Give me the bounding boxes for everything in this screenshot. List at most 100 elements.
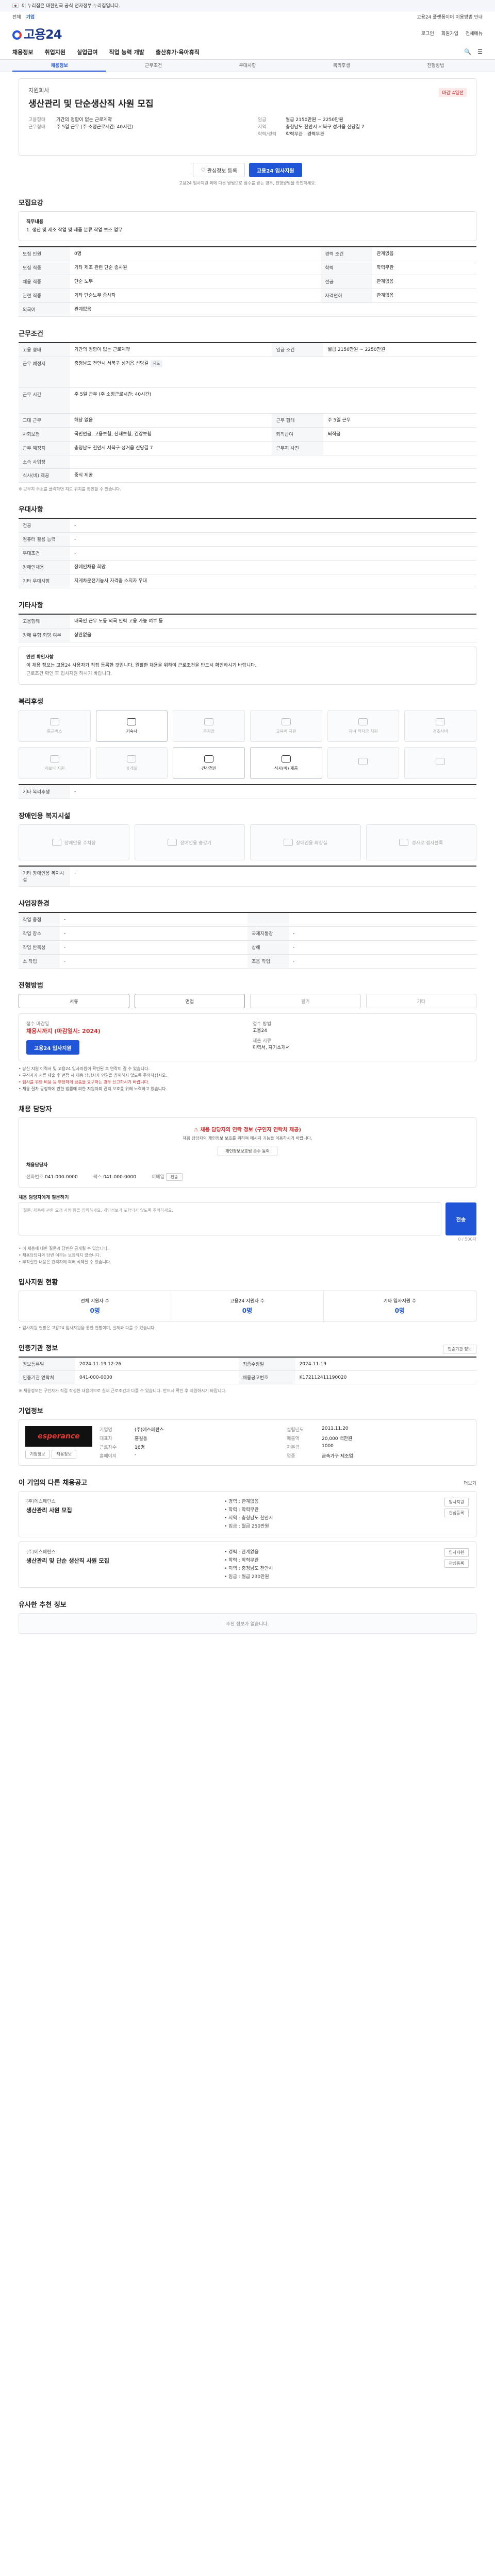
selection-other: 기타: [366, 994, 476, 1008]
question-textarea[interactable]: 질문, 채용에 관한 요청 사항 등을 입력하세요. 개인정보가 포함되지 않도…: [19, 1202, 441, 1235]
nav-vocational-training[interactable]: 직업 능력 개발: [109, 48, 144, 56]
util-notice-link[interactable]: 고용24 플랫폼이어 이용방법 안내: [417, 13, 483, 20]
gov-banner: 이 누리집은 대한민국 공식 전자정부 누리집입니다.: [0, 0, 495, 11]
related-job-card[interactable]: (주)에스페란스 생산관리 사원 모집 • 경력 : 관계없음 • 학력 : 학력무…: [19, 1491, 476, 1537]
welfare-item: 경조사비: [404, 710, 476, 742]
manager-section: 채용 담당자 ⚠ 채용 담당자의 연락 정보 (구인자 연락처 제공) 채용 담…: [19, 1106, 476, 1264]
selection-interview: 면접: [134, 994, 245, 1008]
header: 고용24 로그인 회원가입 전체메뉴: [0, 22, 495, 44]
tab-preferences[interactable]: 우대사항: [201, 60, 294, 72]
flag-icon: [12, 3, 19, 8]
welfare-icon: [204, 755, 214, 762]
util-all-link[interactable]: 전체: [12, 13, 21, 20]
site-logo[interactable]: 고용24: [12, 24, 62, 42]
section-title: 모집요강: [19, 199, 43, 207]
welfare-item: [327, 747, 400, 779]
disability-section: 장애인용 복지시설 장애인용 주차장 장애인용 승강기 장애인용 화장실 경사로…: [19, 810, 476, 887]
disability-restroom: 장애인용 화장실: [250, 824, 361, 860]
email-send-button[interactable]: 전송: [166, 1173, 183, 1181]
deadline-badge: 마감 4일전: [439, 88, 467, 97]
nav-unemployment-benefit[interactable]: 실업급여: [77, 48, 97, 56]
etc-table: 고용형태 내국인 근무 노동 외국 인력 고용 가능 여부 등 장애 유형 희망 …: [19, 614, 476, 642]
related-job-card[interactable]: (주)에스페란스 생산관리 및 단순 생산직 사원 모집 • 경력 : 관계없음 •…: [19, 1541, 476, 1588]
prefer-table: 전공 - 컴퓨터 활용 능력 - 우대조건 - 장애인채용 장애인채용 희망 기타 우대…: [19, 518, 476, 588]
applicant-stats-section: 입사지원 현황 전체 지원자 수 0명 고용24 지원자 수 0명 기타 입사지원 …: [19, 1277, 476, 1331]
manager-box: ⚠ 채용 담당자의 연락 정보 (구인자 연락처 제공) 채용 담당자의 개인정…: [19, 1117, 476, 1188]
similar-empty-state: 추천 정보가 없습니다.: [19, 1613, 476, 1634]
company-logo: esperance: [25, 1426, 92, 1447]
welfare-item: 자녀 학자금 지원: [327, 710, 400, 742]
main-nav: 채용정보 취업지원 실업급여 직업 능력 개발 출산휴가·육아휴직 🔍 ☰: [0, 44, 495, 60]
utility-bar: 전체 기업 고용24 플랫폼이어 이용방법 안내: [0, 11, 495, 22]
tab-work-conditions[interactable]: 근무조건: [106, 60, 200, 72]
welfare-icon: [204, 718, 214, 725]
nav-jobs[interactable]: 채용정보: [12, 48, 33, 56]
tab-recruit[interactable]: 채용정보: [12, 60, 107, 72]
welfare-icon: [50, 718, 59, 725]
related-jobs-section: 이 기업의 다른 채용공고 더보기 (주)에스페란스 생산관리 사원 모집 • 경…: [19, 1477, 476, 1588]
related-save-button[interactable]: 관심등록: [444, 1509, 469, 1517]
agency-info-button[interactable]: 인증기관 정보: [443, 1345, 476, 1353]
welfare-icon: [127, 755, 137, 762]
work-section: 근무조건 고용 형태 기간의 정함이 없는 근로계약 임금 조건 월급 2150만원 …: [19, 328, 476, 493]
stat-other: 기타 입사지원 수 0명: [383, 1299, 417, 1314]
workplace-table: 작업 중점 - 작업 장소 - 국제지통장 - 작업 반복성 - 상해 - 소 작업 - 조음 작…: [19, 912, 476, 969]
parking-icon: [52, 839, 61, 846]
welfare-item: [404, 747, 476, 779]
related-apply-button[interactable]: 입사지원: [444, 1498, 469, 1506]
disability-elevator: 장애인용 승강기: [134, 824, 245, 860]
related-more-link[interactable]: 더보기: [464, 1480, 476, 1486]
util-company-link[interactable]: 기업: [26, 13, 35, 20]
nav-parental-leave[interactable]: 출산휴가·육아휴직: [156, 48, 200, 56]
work-address-link[interactable]: 충청남도 천안시 서북구 성거읍 신당길: [74, 361, 148, 366]
similar-section: 유사한 추천 정보 추천 정보가 없습니다.: [19, 1599, 476, 1634]
welfare-icon: [281, 755, 291, 762]
recruit-section: 모집요강 직무내용 1. 생산 및 제조 작업 및 제품 분류 작업 보조 업무…: [19, 197, 476, 317]
welfare-item: 휴게실: [95, 747, 168, 779]
search-icon[interactable]: 🔍: [464, 48, 471, 55]
all-menu-link[interactable]: 전체메뉴: [466, 30, 483, 37]
nav-employment-support[interactable]: 취업지원: [44, 48, 65, 56]
stat-work24: 고용24 지원자 수 0명: [171, 1291, 324, 1321]
login-link[interactable]: 로그인: [421, 30, 434, 37]
agency-info-section: 인증기관 정보 인증기관 정보 정보등록일 2024-11-19 12:26 최종수…: [19, 1343, 476, 1394]
save-interest-button[interactable]: ♡ 관심정보 등록: [193, 163, 245, 177]
welfare-item: 의료비 지원: [19, 747, 91, 779]
welfare-icon: [281, 718, 291, 725]
welfare-item: 교육비 지원: [250, 710, 322, 742]
apply-button[interactable]: 고용24 입사지원: [249, 163, 302, 177]
company-info-button[interactable]: 기업정보: [25, 1450, 50, 1459]
welfare-icon: [50, 755, 59, 762]
tab-selection[interactable]: 전형방법: [389, 60, 483, 72]
welfare-icon: [436, 718, 446, 725]
apply-button-2[interactable]: 고용24 입사지원: [26, 1040, 79, 1055]
welfare-icon: [358, 718, 368, 725]
related-apply-button[interactable]: 입사지원: [444, 1548, 469, 1557]
selection-section: 전형방법 서류 면접 필기 기타 접수 마감일 채용시까지 (마감일시: 2024…: [19, 980, 476, 1092]
welfare-icon: [127, 718, 137, 725]
apply-note: 고용24 입사지원 외에 다른 방법으로 접수를 받는 경우, 전형방법을 확인…: [178, 181, 317, 185]
work-table: 고용 형태 기간의 정함이 없는 근로계약 임금 조건 월급 2150만원 ~ 225…: [19, 342, 476, 483]
selection-document: 서류: [19, 994, 129, 1008]
welfare-section: 복리후생 통근버스 기숙사 주차장 교육비 지원 자녀 학자금 지원 경조사비 의료비 지원…: [19, 696, 476, 799]
related-save-button[interactable]: 관심등록: [444, 1559, 469, 1568]
welfare-icon: [358, 758, 368, 765]
welfare-grid: 통근버스 기숙사 주차장 교육비 지원 자녀 학자금 지원 경조사비 의료비 지원 휴게실 건강…: [19, 710, 476, 779]
welfare-item: 주차장: [173, 710, 245, 742]
menu-icon[interactable]: ☰: [477, 48, 483, 55]
section-tabs: 채용정보 근무조건 우대사항 복리후생 전형방법: [0, 60, 495, 72]
map-icon[interactable]: 지도: [150, 360, 162, 367]
selection-written: 필기: [250, 994, 361, 1008]
safety-box: 안전 확인사항 이 채용 정보는 고용24 사용자가 직접 등록한 것입니다. …: [19, 647, 476, 685]
job-title: 생산관리 및 단순생산직 사원 모집: [28, 99, 154, 109]
welfare-icon: [436, 758, 446, 765]
signup-link[interactable]: 회원가입: [441, 30, 458, 37]
apply-notes: • 당신 지원 이력서 및 고용24 입사지원이 확인된 후 연락이 갈 수 있…: [19, 1066, 168, 1091]
stat-total: 전체 지원자 수 0명: [19, 1291, 172, 1321]
privacy-consent-button[interactable]: 개인정보보호법 준수 동의: [217, 1146, 278, 1156]
company-name[interactable]: 지원회사: [28, 86, 467, 94]
tab-welfare[interactable]: 복리후생: [294, 60, 388, 72]
company-jobs-button[interactable]: 채용정보: [52, 1450, 76, 1459]
restroom-icon: [283, 839, 293, 846]
send-question-button[interactable]: 전송: [446, 1202, 476, 1235]
